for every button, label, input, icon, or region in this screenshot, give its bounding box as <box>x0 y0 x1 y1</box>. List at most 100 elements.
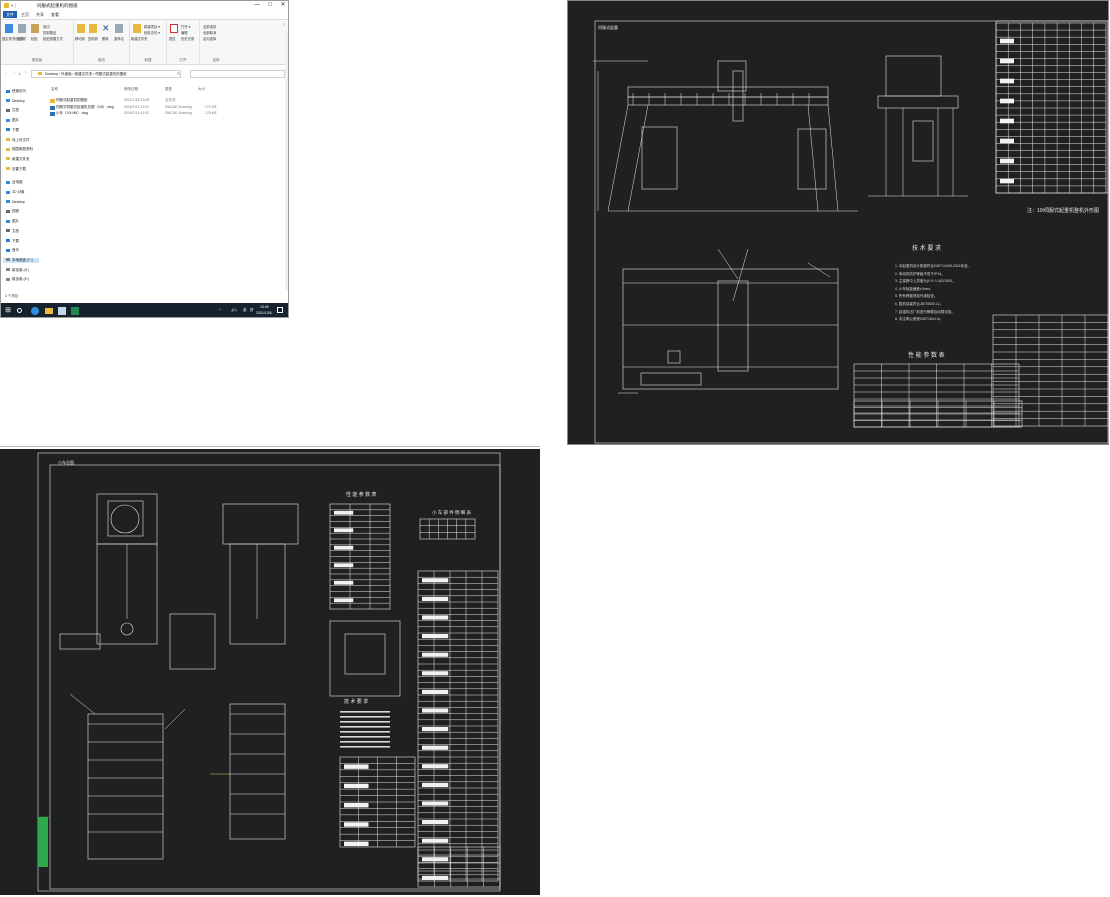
nav-item[interactable]: 此电脑 <box>6 180 23 185</box>
tech-note: 7. 起重机出厂前进行静载及动载试验。 <box>895 309 955 314</box>
nav-item[interactable]: 文档 <box>6 108 19 113</box>
address-bar[interactable]: Desktop › 外桌面 › 新建文件夹 › 伺服式起重机的图纸 <box>31 70 181 78</box>
bom-text <box>422 596 449 601</box>
parameter-text <box>1000 138 1014 144</box>
scrollbar[interactable] <box>285 31 288 291</box>
breadcrumb-current[interactable]: 伺服式起重机的图纸 <box>95 72 127 76</box>
hook-block <box>732 70 744 122</box>
clock-date[interactable]: 2021/1/26 <box>256 311 272 315</box>
bom-text <box>422 727 449 732</box>
open-button[interactable]: 打开 ▾ <box>181 24 190 29</box>
rename-button[interactable]: 重命名 <box>114 36 124 41</box>
minimize-button[interactable]: — <box>251 1 263 10</box>
ime-mode[interactable]: 拼 <box>250 308 254 313</box>
document-icon <box>6 229 10 233</box>
notification-icon[interactable] <box>277 307 283 313</box>
maximize-button[interactable]: □ <box>264 1 276 10</box>
file-row[interactable]: 伺服式伺服式起重机总图（10t）.dwg 2016/7/19 11:02 ZWCAD… <box>50 105 220 111</box>
desktop-icon <box>6 200 10 204</box>
file-explorer-icon[interactable] <box>45 308 53 314</box>
nav-item[interactable]: 3D 对象 <box>6 190 24 195</box>
select-all-button[interactable]: 全部选择 <box>203 24 216 29</box>
ime-indicator[interactable]: 英 <box>243 308 247 313</box>
nav-item[interactable]: 新加卷 (E:) <box>6 277 29 282</box>
search-icon[interactable] <box>17 308 22 313</box>
nav-item[interactable]: Desktop <box>6 99 25 103</box>
picture-icon <box>6 118 10 122</box>
history-button[interactable]: 历史记录 <box>181 36 194 41</box>
properties-button[interactable]: 属性 <box>169 36 176 41</box>
nav-item[interactable]: 新加卷 (D:) <box>6 268 29 273</box>
tab-home[interactable]: 主页 <box>18 11 32 18</box>
paste-shortcut-button[interactable]: 粘贴快捷方式 <box>43 36 63 41</box>
tray-expand-icon[interactable]: ^ <box>219 308 221 312</box>
invert-selection-button[interactable]: 反向选择 <box>203 36 216 41</box>
move-to-icon <box>77 24 85 33</box>
bom-text <box>422 578 449 583</box>
edge-browser-icon[interactable] <box>31 307 39 315</box>
edit-button[interactable]: 编辑 <box>181 30 188 35</box>
delete-button[interactable]: 删除 <box>102 36 109 41</box>
tab-view[interactable]: 查看 <box>48 11 62 18</box>
copy-to-button[interactable]: 复制到 <box>88 36 98 41</box>
performance-text <box>334 510 354 515</box>
windows-start-icon[interactable]: ⊞ <box>3 306 13 316</box>
breadcrumb-new-folder[interactable]: 新建文件夹 <box>75 72 93 76</box>
easy-access-button[interactable]: 轻松访问 ▾ <box>144 30 160 35</box>
new-folder-button[interactable]: 新建文件夹 <box>131 36 147 41</box>
nav-item[interactable]: 桃园家庭资料 <box>6 147 33 152</box>
nav-item[interactable]: 图片 <box>6 219 19 224</box>
tab-file[interactable]: 文件 <box>3 11 17 18</box>
file-row[interactable]: 伺服式起重机的图纸 2021/1/26 13:48 文件夹 <box>50 98 220 104</box>
file-row[interactable]: 小车（10t M6）.dwg 2016/7/19 11:02 ZWCAD Drawi… <box>50 111 220 117</box>
nav-item[interactable]: 图片 <box>6 118 19 123</box>
column-type[interactable]: 类型 <box>165 87 172 92</box>
move-to-button[interactable]: 移动到 <box>75 36 85 41</box>
volume-icon[interactable]: 🔊) <box>231 308 237 312</box>
back-arrow-icon[interactable]: ← <box>4 70 9 76</box>
performance-table-title: 性 能 参 数 表 <box>908 353 945 359</box>
up-arrow-icon[interactable]: ↑ <box>24 70 27 76</box>
new-item-button[interactable]: 新建项目 ▾ <box>144 24 160 29</box>
nav-item[interactable]: 文档 <box>6 229 19 234</box>
help-icon[interactable]: ? <box>283 22 285 27</box>
nav-item[interactable]: 快速访问 <box>6 89 26 94</box>
paste-button[interactable]: 粘贴 <box>31 36 38 41</box>
breadcrumb-outer-desktop[interactable]: 外桌面 <box>61 72 72 76</box>
nav-item-label: 文档 <box>12 108 19 113</box>
title-bar: ▾ | 伺服式起重机的图纸 — □ ✕ <box>1 1 288 10</box>
quick-access-toolbar[interactable]: ▾ | <box>11 1 16 10</box>
nav-item[interactable]: 新建文件夹 <box>6 157 30 162</box>
nav-item[interactable]: 下载 <box>6 239 19 244</box>
forward-arrow-icon[interactable]: → <box>11 70 16 76</box>
excel-icon[interactable] <box>71 307 79 315</box>
nav-item[interactable]: 迅雷下载 <box>6 167 26 172</box>
nav-item[interactable]: 音乐 <box>6 248 19 253</box>
close-button[interactable]: ✕ <box>277 1 288 10</box>
recent-chevron-icon[interactable]: ∨ <box>18 71 21 76</box>
nav-item[interactable]: 待上传文件 <box>6 138 30 143</box>
cut-button[interactable]: 剪切 <box>43 24 50 29</box>
nav-item[interactable]: 视频 <box>6 209 19 214</box>
file-size: 172 KB <box>205 104 217 109</box>
cad-app-icon[interactable] <box>58 307 66 315</box>
file-date: 2016/7/19 11:02 <box>124 104 150 109</box>
nav-item[interactable]: 本地磁盘 (C:) <box>3 257 39 263</box>
tech-requirements-title: 技 术 要 求 <box>912 246 942 252</box>
drive-icon <box>6 258 10 262</box>
nav-item[interactable]: Desktop <box>6 200 25 204</box>
column-date[interactable]: 修改日期 <box>124 87 138 92</box>
column-size[interactable]: 大小 <box>198 87 205 92</box>
copy-path-button[interactable]: 复制路径 <box>43 30 56 35</box>
nav-item[interactable]: 下载 <box>6 128 19 133</box>
tech-note-line <box>340 736 390 738</box>
clock-time[interactable]: 13:49 <box>260 305 269 309</box>
refresh-icon[interactable]: ↻ <box>177 71 180 76</box>
tab-share[interactable]: 共享 <box>33 11 47 18</box>
search-input[interactable] <box>190 70 285 78</box>
frame-label: 伺服式起重 <box>598 25 618 30</box>
select-none-button[interactable]: 全部取消 <box>203 30 216 35</box>
column-name[interactable]: 名称 <box>51 87 58 92</box>
breadcrumb-desktop[interactable]: Desktop <box>45 72 58 76</box>
copy-button[interactable]: 复制 <box>18 36 25 41</box>
